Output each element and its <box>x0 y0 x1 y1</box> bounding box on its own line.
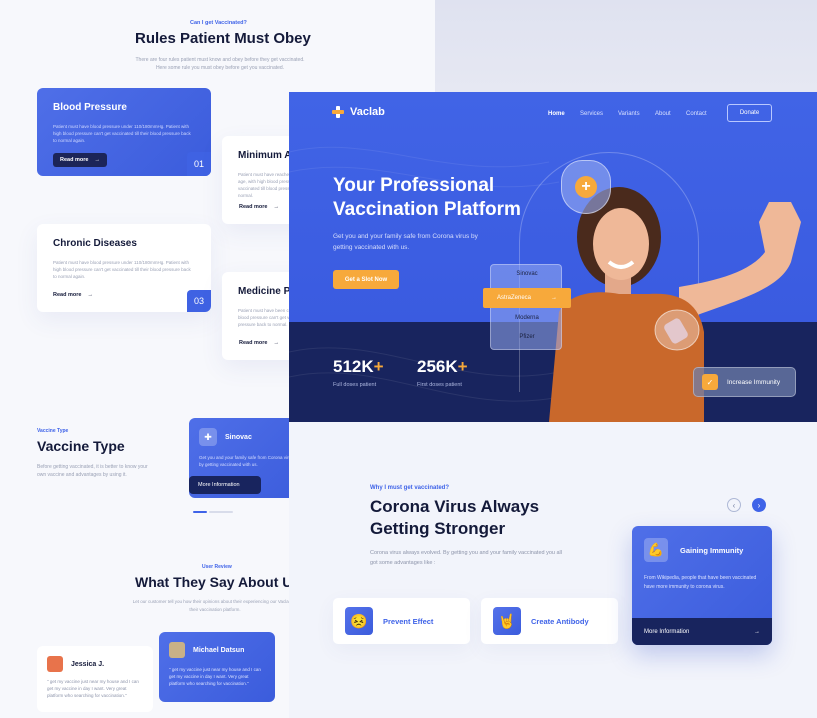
nav-home[interactable]: Home <box>548 111 565 117</box>
vaccine-type-title: Vaccine Type <box>37 438 125 454</box>
reviewer-name: Michael Datsun <box>193 646 245 654</box>
background-strip <box>435 0 817 92</box>
shield-badge: + <box>561 160 611 214</box>
read-more-button[interactable]: Read more → <box>53 153 107 167</box>
main-page: Vaclab Home Services Variants About Cont… <box>289 92 817 718</box>
vaccine-option-sinovac[interactable]: Sinovac <box>491 271 563 277</box>
vaccine-card-desc: Get you and your family safe from Corona… <box>199 455 294 467</box>
rule-number: 01 <box>187 152 211 176</box>
get-slot-button[interactable]: Get a Slot Now <box>333 270 399 289</box>
read-more-link[interactable]: Read more → <box>239 204 279 210</box>
vaccine-card-title: Sinovac <box>225 433 252 441</box>
brand-name: Vaclab <box>350 106 385 118</box>
rule-title: Blood Pressure <box>53 102 127 113</box>
carousel-prev-button[interactable]: ‹ <box>727 498 741 512</box>
increase-immunity-badge: ✓ Increase Immunity <box>693 367 796 397</box>
reviews-desc: Let our customer tell you how their opin… <box>132 599 298 612</box>
arrow-right-icon: → <box>273 340 279 346</box>
reviews-eyebrow: User Review <box>202 564 232 570</box>
rule-number: 03 <box>187 290 211 312</box>
rule-card-blood-pressure: Blood Pressure Patient must have blood p… <box>37 88 211 176</box>
hero-section: Vaclab Home Services Variants About Cont… <box>289 92 817 422</box>
vaccine-option-selected[interactable]: AstraZeneca → <box>483 288 571 308</box>
review-card: Jessica J. " get my vaccine just near my… <box>37 646 153 712</box>
vaccine-option-pfizer[interactable]: Pfizer <box>491 334 563 340</box>
rules-eyebrow: Can I get Vaccinated? <box>190 20 247 26</box>
vaccine-more-info-button[interactable]: More Information <box>189 476 261 494</box>
vaccine-option-moderna[interactable]: Moderna <box>491 315 563 321</box>
nav-variants[interactable]: Variants <box>618 111 640 117</box>
read-more-link[interactable]: Read more → <box>53 292 93 298</box>
avatar <box>169 642 185 658</box>
stat-full-doses-label: Full doses patient <box>333 382 377 388</box>
why-title: Corona Virus Always Getting Stronger <box>370 497 540 538</box>
plus-icon: + <box>575 176 597 198</box>
check-icon: ✓ <box>702 374 718 390</box>
info-card-title: Gaining Immunity <box>680 545 744 555</box>
arrow-right-icon: → <box>87 292 93 298</box>
nav-services[interactable]: Services <box>580 111 603 117</box>
rule-desc: Patient must have blood pressure under 1… <box>53 260 191 279</box>
stat-first-doses-label: First doses patient <box>417 382 462 388</box>
review-card-highlighted: Michael Datsun " get my vaccine just nea… <box>159 632 275 702</box>
donate-button[interactable]: Donate <box>727 104 772 122</box>
gaining-immunity-card: 💪 Gaining Immunity From Wikipedia, peopl… <box>632 526 772 645</box>
hero-subtitle: Get you and your family safe from Corona… <box>333 233 478 251</box>
benefit-label: Create Antibody <box>531 616 589 626</box>
benefit-create-antibody[interactable]: 🤘 Create Antibody <box>481 598 618 644</box>
nav-about[interactable]: About <box>655 111 671 117</box>
nav-contact[interactable]: Contact <box>686 111 707 117</box>
avatar <box>47 656 63 672</box>
reviewer-name: Jessica J. <box>71 660 105 668</box>
reviews-title: What They Say About U <box>135 574 293 590</box>
plus-logo-icon <box>332 106 344 118</box>
arrow-right-icon: → <box>754 628 760 635</box>
arrow-right-icon: → <box>273 204 279 210</box>
review-quote: " get my vaccine just near my house and … <box>47 679 139 698</box>
why-eyebrow: Why I must get vaccinated? <box>370 485 450 491</box>
stat-first-doses-value: 256K+ <box>417 357 468 376</box>
syringe-icon: ✚ <box>199 428 217 446</box>
carousel-dot[interactable] <box>209 511 233 513</box>
arrow-right-icon: → <box>551 295 558 301</box>
vaccine-type-eyebrow: Vaccine Type <box>37 428 69 434</box>
benefit-label: Prevent Effect <box>383 616 434 626</box>
info-card-desc: From Wikipedia, people that have been va… <box>644 575 757 590</box>
worried-face-icon: 😣 <box>345 607 373 635</box>
rules-desc: There are four rules patient must know a… <box>135 57 305 71</box>
vaccine-type-desc: Before getting vaccinated, it is better … <box>37 464 148 478</box>
stat-full-doses-value: 512K+ <box>333 357 384 376</box>
read-more-link[interactable]: Read more → <box>239 340 279 346</box>
vaccine-dropdown[interactable]: Sinovac AstraZeneca → Moderna Pfizer <box>483 264 571 350</box>
rule-desc: Patient must have blood pressure under 1… <box>53 124 191 143</box>
rule-card-chronic-diseases: Chronic Diseases Patient must have blood… <box>37 224 211 312</box>
arrow-right-icon: → <box>94 157 100 163</box>
brand-logo[interactable]: Vaclab <box>332 106 385 118</box>
why-desc: Corona virus always evolved. By getting … <box>370 550 562 566</box>
carousel-dot-active[interactable] <box>193 511 207 513</box>
rock-hand-icon: 🤘 <box>493 607 521 635</box>
carousel-next-button[interactable]: › <box>752 498 766 512</box>
benefit-prevent-effect[interactable]: 😣 Prevent Effect <box>333 598 470 644</box>
review-quote: " get my vaccine just near my house and … <box>169 667 261 686</box>
flexed-biceps-icon: 💪 <box>644 538 668 562</box>
more-information-button[interactable]: More Information → <box>632 618 772 645</box>
rule-title: Chronic Diseases <box>53 238 137 249</box>
rules-title: Rules Patient Must Obey <box>135 30 311 47</box>
